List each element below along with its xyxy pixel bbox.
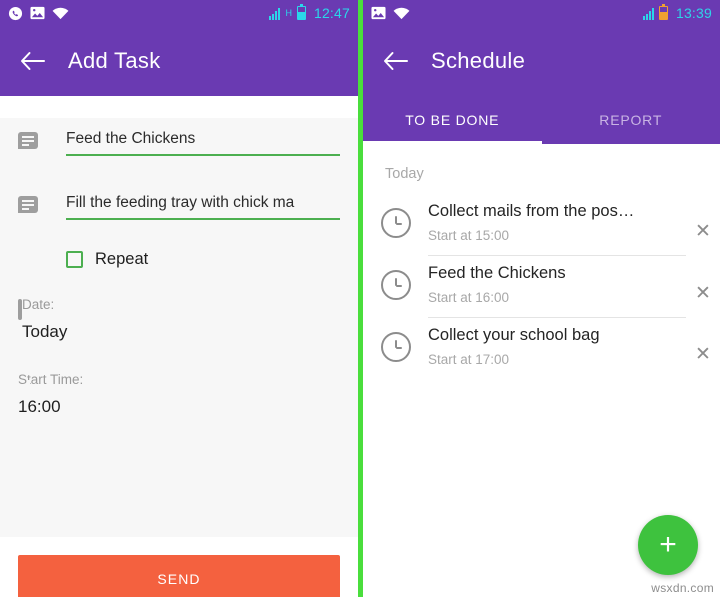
task-row[interactable]: Collect mails from the pos… Start at 15:… <box>363 194 720 256</box>
close-icon[interactable]: ✕ <box>686 282 720 305</box>
task-row[interactable]: Collect your school bag Start at 17:00 ✕ <box>363 318 720 379</box>
status-clock-left: 12:47 <box>313 5 350 21</box>
task-description-gutter <box>18 182 66 213</box>
add-task-fab[interactable]: + <box>638 515 698 575</box>
page-title-right: Schedule <box>431 48 526 73</box>
start-time-label: Start Time: <box>18 372 84 387</box>
dual-screenshot: H 12:47 Add Task Feed the Chickens Fill … <box>0 0 720 597</box>
task-form: Feed the Chickens Fill the feeding tray … <box>0 118 358 537</box>
task-title: Collect your school bag <box>428 326 600 344</box>
tab-bar: TO BE DONE REPORT <box>363 96 720 144</box>
clock-icon <box>381 208 411 238</box>
arrow-back-icon[interactable] <box>379 44 413 78</box>
task-name-input[interactable]: Feed the Chickens <box>66 118 340 156</box>
task-title: Collect mails from the pos… <box>428 202 635 220</box>
whatsapp-icon <box>8 6 23 21</box>
repeat-row[interactable]: Repeat <box>0 250 358 269</box>
gallery-icon <box>30 6 45 20</box>
task-start-time: Start at 17:00 <box>428 352 510 367</box>
battery-icon <box>296 4 306 20</box>
network-type-label: H <box>285 7 292 18</box>
task-start-time: Start at 16:00 <box>428 290 510 305</box>
note-icon <box>18 132 38 149</box>
app-bar-right: Schedule <box>363 26 720 96</box>
date-label: Date: <box>22 297 55 312</box>
close-icon[interactable]: ✕ <box>686 343 720 366</box>
task-list: Today Collect mails from the pos… Start … <box>363 144 720 597</box>
tab-report[interactable]: REPORT <box>542 96 720 144</box>
repeat-label: Repeat <box>95 250 149 268</box>
start-time-row[interactable]: Start Time: 16:00 <box>0 372 358 417</box>
repeat-checkbox[interactable] <box>66 251 83 268</box>
send-button[interactable]: SEND <box>18 555 340 597</box>
battery-icon <box>658 4 668 20</box>
task-row[interactable]: Feed the Chickens Start at 16:00 ✕ <box>363 256 720 318</box>
date-value[interactable]: Today <box>22 322 340 342</box>
status-bar-right: 13:39 <box>363 0 720 26</box>
tab-to-be-done[interactable]: TO BE DONE <box>363 96 542 144</box>
send-button-area: SEND <box>0 537 358 597</box>
signal-icon <box>642 6 654 20</box>
add-task-screen: H 12:47 Add Task Feed the Chickens Fill … <box>0 0 358 597</box>
task-name-gutter <box>18 118 66 149</box>
status-clock-right: 13:39 <box>675 5 712 21</box>
status-bar-left: H 12:47 <box>0 0 358 26</box>
section-header-today: Today <box>385 166 424 182</box>
close-icon[interactable]: ✕ <box>686 220 720 243</box>
app-bar-left: Add Task <box>0 26 358 96</box>
task-description-row: Fill the feeding tray with chick ma <box>0 182 358 220</box>
task-start-time: Start at 15:00 <box>428 228 510 243</box>
signal-icon <box>269 6 281 20</box>
calendar-icon <box>18 299 22 320</box>
clock-icon <box>381 332 411 362</box>
page-title-left: Add Task <box>68 48 161 73</box>
task-description-input[interactable]: Fill the feeding tray with chick ma <box>66 182 340 220</box>
date-row[interactable]: Date: Today <box>0 297 358 342</box>
comment-icon <box>18 196 38 213</box>
start-time-value[interactable]: 16:00 <box>18 397 340 417</box>
arrow-back-icon[interactable] <box>16 44 50 78</box>
task-name-row: Feed the Chickens <box>0 118 358 156</box>
wifi-icon <box>52 7 69 20</box>
gallery-icon <box>371 6 386 20</box>
clock-icon <box>381 270 411 300</box>
wifi-icon <box>393 7 410 20</box>
task-title: Feed the Chickens <box>428 264 566 282</box>
watermark: wsxdn.com <box>651 581 714 595</box>
schedule-screen: 13:39 Schedule TO BE DONE REPORT Today C… <box>363 0 720 597</box>
